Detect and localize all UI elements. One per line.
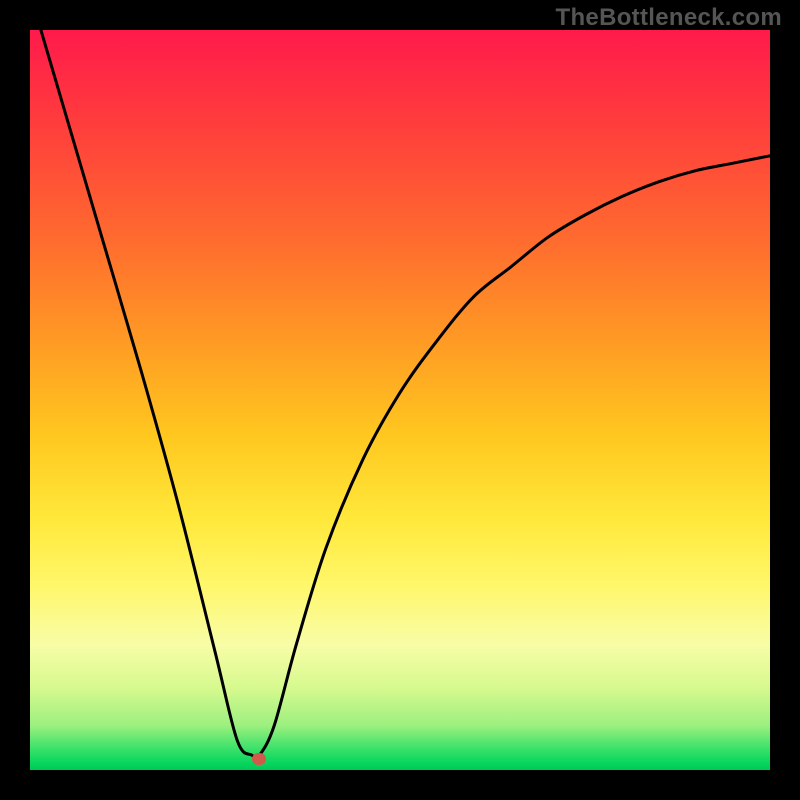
plot-area: [30, 30, 770, 770]
optimal-point-marker: [252, 753, 266, 765]
bottleneck-curve: [30, 30, 770, 770]
chart-frame: TheBottleneck.com: [0, 0, 800, 800]
watermark-text: TheBottleneck.com: [556, 4, 782, 32]
